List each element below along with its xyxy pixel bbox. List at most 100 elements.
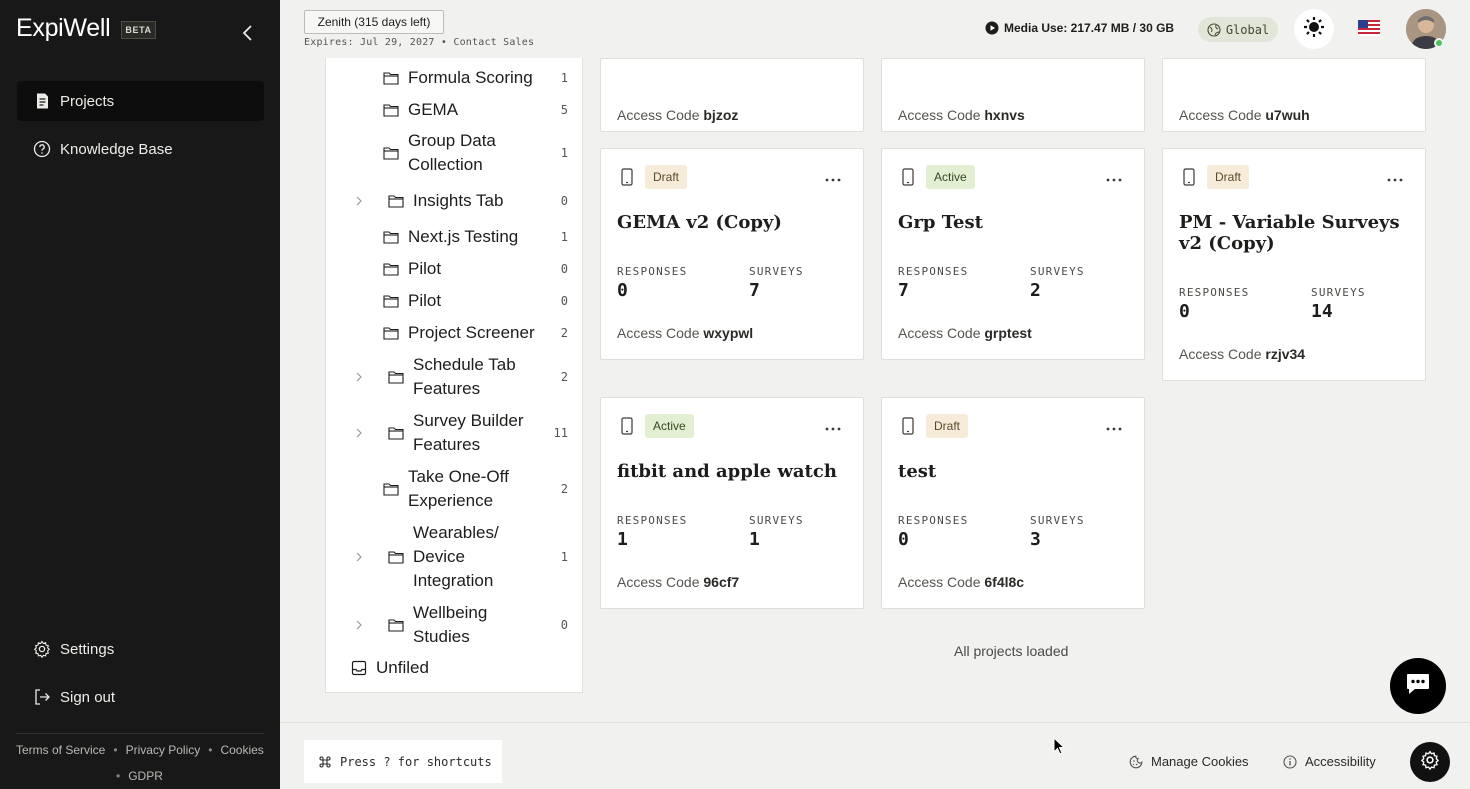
folder-item[interactable]: Next.js Testing 1 <box>326 225 582 249</box>
project-card[interactable]: Draft GEMA v2 (Copy) RESPONSES 0 SURVEYS 7 Acc… <box>600 148 864 360</box>
chevron-right-icon[interactable] <box>354 195 364 207</box>
folder-icon <box>383 482 399 496</box>
gear-icon <box>1420 749 1440 775</box>
folder-icon <box>388 370 404 384</box>
sign-out-label: Sign out <box>60 688 116 706</box>
mobile-device-icon <box>900 417 916 435</box>
folder-name: Pilot <box>408 291 442 310</box>
surveys-label: SURVEYS <box>1311 286 1366 299</box>
theme-toggle-button[interactable] <box>1294 9 1334 49</box>
sign-out-link[interactable]: Sign out <box>33 688 115 706</box>
project-card[interactable]: Active fitbit and apple watch RESPONSES 1 SU… <box>600 397 864 609</box>
folder-name: GEMA <box>408 100 459 119</box>
more-options-icon[interactable] <box>1104 420 1124 436</box>
folder-icon <box>388 426 404 440</box>
chevron-right-icon[interactable] <box>354 371 364 383</box>
folder-name: Next.js Testing <box>408 227 519 246</box>
region-selector[interactable]: Global <box>1198 17 1278 42</box>
contact-sales-link[interactable]: Contact Sales <box>453 37 534 48</box>
more-options-icon[interactable] <box>823 420 843 436</box>
project-card[interactable]: Access Code u7wuh <box>1162 58 1426 132</box>
plan-expiry: Expires: Jul 29, 2027 • Contact Sales <box>304 37 535 48</box>
sun-icon <box>1303 16 1325 43</box>
folder-icon <box>383 262 399 276</box>
folder-icon <box>388 194 404 208</box>
access-code: Access Code u7wuh <box>1179 107 1310 123</box>
terms-link[interactable]: Terms of Service <box>16 744 105 757</box>
folder-count: 1 <box>560 550 568 564</box>
legal-links: Terms of Service • Privacy Policy • Cook… <box>16 743 264 783</box>
mobile-device-icon <box>619 168 635 186</box>
accessibility-link[interactable]: Accessibility <box>1283 754 1376 769</box>
project-title: GEMA v2 (Copy) <box>617 212 782 233</box>
folder-count: 1 <box>560 230 568 244</box>
sidebar-item-knowledge-base[interactable]: Knowledge Base <box>17 129 264 169</box>
folder-item[interactable]: Wearables/ Device Integration 1 <box>326 521 582 593</box>
status-badge: Draft <box>926 414 969 438</box>
folder-icon <box>388 618 404 632</box>
more-options-icon[interactable] <box>823 171 843 187</box>
manage-cookies-link[interactable]: Manage Cookies <box>1129 754 1249 769</box>
folder-item[interactable]: Pilot 0 <box>326 289 582 313</box>
project-title: PM - Variable Surveys v2 (Copy) <box>1179 212 1400 254</box>
project-card[interactable]: Draft PM - Variable Surveys v2 (Copy) RESP… <box>1162 148 1426 381</box>
folder-tree: Formula Scoring 1 GEMA 5 Group Data Collecti… <box>325 58 583 693</box>
folder-item[interactable]: Insights Tab 0 <box>326 189 582 213</box>
folder-count: 11 <box>553 426 568 440</box>
responses-count: 0 <box>1179 301 1190 322</box>
mouse-cursor <box>1053 736 1066 755</box>
chevron-right-icon[interactable] <box>354 619 364 631</box>
chat-bubble-icon <box>1405 672 1431 701</box>
folder-count: 0 <box>560 262 568 276</box>
shortcut-hint[interactable]: Press ? for shortcuts <box>304 740 502 783</box>
accessibility-settings-button[interactable] <box>1410 742 1450 782</box>
settings-link[interactable]: Settings <box>33 640 114 658</box>
surveys-label: SURVEYS <box>1030 514 1085 527</box>
chat-button[interactable] <box>1390 658 1446 714</box>
all-projects-loaded-status: All projects loaded <box>954 643 1069 659</box>
help-circle-icon <box>33 140 51 158</box>
folder-count: 2 <box>560 370 568 384</box>
folder-count: 1 <box>560 71 568 85</box>
project-card[interactable]: Active Grp Test RESPONSES 7 SURVEYS 2 Access C… <box>881 148 1145 360</box>
unfiled-folder[interactable]: Unfiled <box>351 658 429 678</box>
folder-item[interactable]: Wellbeing Studies 0 <box>326 601 582 649</box>
sidebar-item-projects[interactable]: Projects <box>17 81 264 121</box>
folder-item[interactable]: GEMA 5 <box>326 98 582 122</box>
more-options-icon[interactable] <box>1104 171 1124 187</box>
sign-out-icon <box>33 688 51 706</box>
project-card[interactable]: Draft test RESPONSES 0 SURVEYS 3 Access Code 6… <box>881 397 1145 609</box>
project-card[interactable]: Access Code hxnvs <box>881 58 1145 132</box>
folder-item[interactable]: Survey Builder Features 11 <box>326 409 582 457</box>
chevron-right-icon[interactable] <box>354 551 364 563</box>
folder-item[interactable]: Formula Scoring 1 <box>326 66 582 90</box>
surveys-label: SURVEYS <box>749 265 804 278</box>
settings-label: Settings <box>60 640 115 658</box>
cookie-icon <box>1129 755 1143 769</box>
folder-item[interactable]: Project Screener 2 <box>326 321 582 345</box>
mobile-device-icon <box>900 168 916 186</box>
privacy-link[interactable]: Privacy Policy <box>126 744 201 757</box>
status-badge: Draft <box>645 165 688 189</box>
more-options-icon[interactable] <box>1385 171 1405 187</box>
cookies-link[interactable]: Cookies <box>220 744 263 757</box>
us-flag-icon[interactable] <box>1358 20 1380 36</box>
folder-item[interactable]: Take One-Off Experience 2 <box>326 465 582 513</box>
project-card[interactable]: Access Code bjzoz <box>600 58 864 132</box>
folder-item[interactable]: Schedule Tab Features 2 <box>326 353 582 401</box>
access-code: Access Code 96cf7 <box>617 574 740 590</box>
plan-button[interactable]: Zenith (315 days left) <box>304 10 444 34</box>
app-logo[interactable]: ExpiWell <box>16 14 111 43</box>
folder-name: Pilot <box>408 259 442 278</box>
chevron-right-icon[interactable] <box>354 427 364 439</box>
collapse-sidebar-icon[interactable] <box>238 22 258 44</box>
region-label: Global <box>1225 22 1270 37</box>
gdpr-link[interactable]: GDPR <box>128 770 163 783</box>
access-code: Access Code rzjv34 <box>1179 346 1306 362</box>
gear-icon <box>33 640 51 658</box>
media-usage: Media Use: 217.47 MB / 30 GB <box>985 21 1174 35</box>
folder-item[interactable]: Group Data Collection 1 <box>326 129 582 177</box>
folder-item[interactable]: Pilot 0 <box>326 257 582 281</box>
unfiled-label: Unfiled <box>376 658 429 677</box>
folder-count: 0 <box>560 294 568 308</box>
